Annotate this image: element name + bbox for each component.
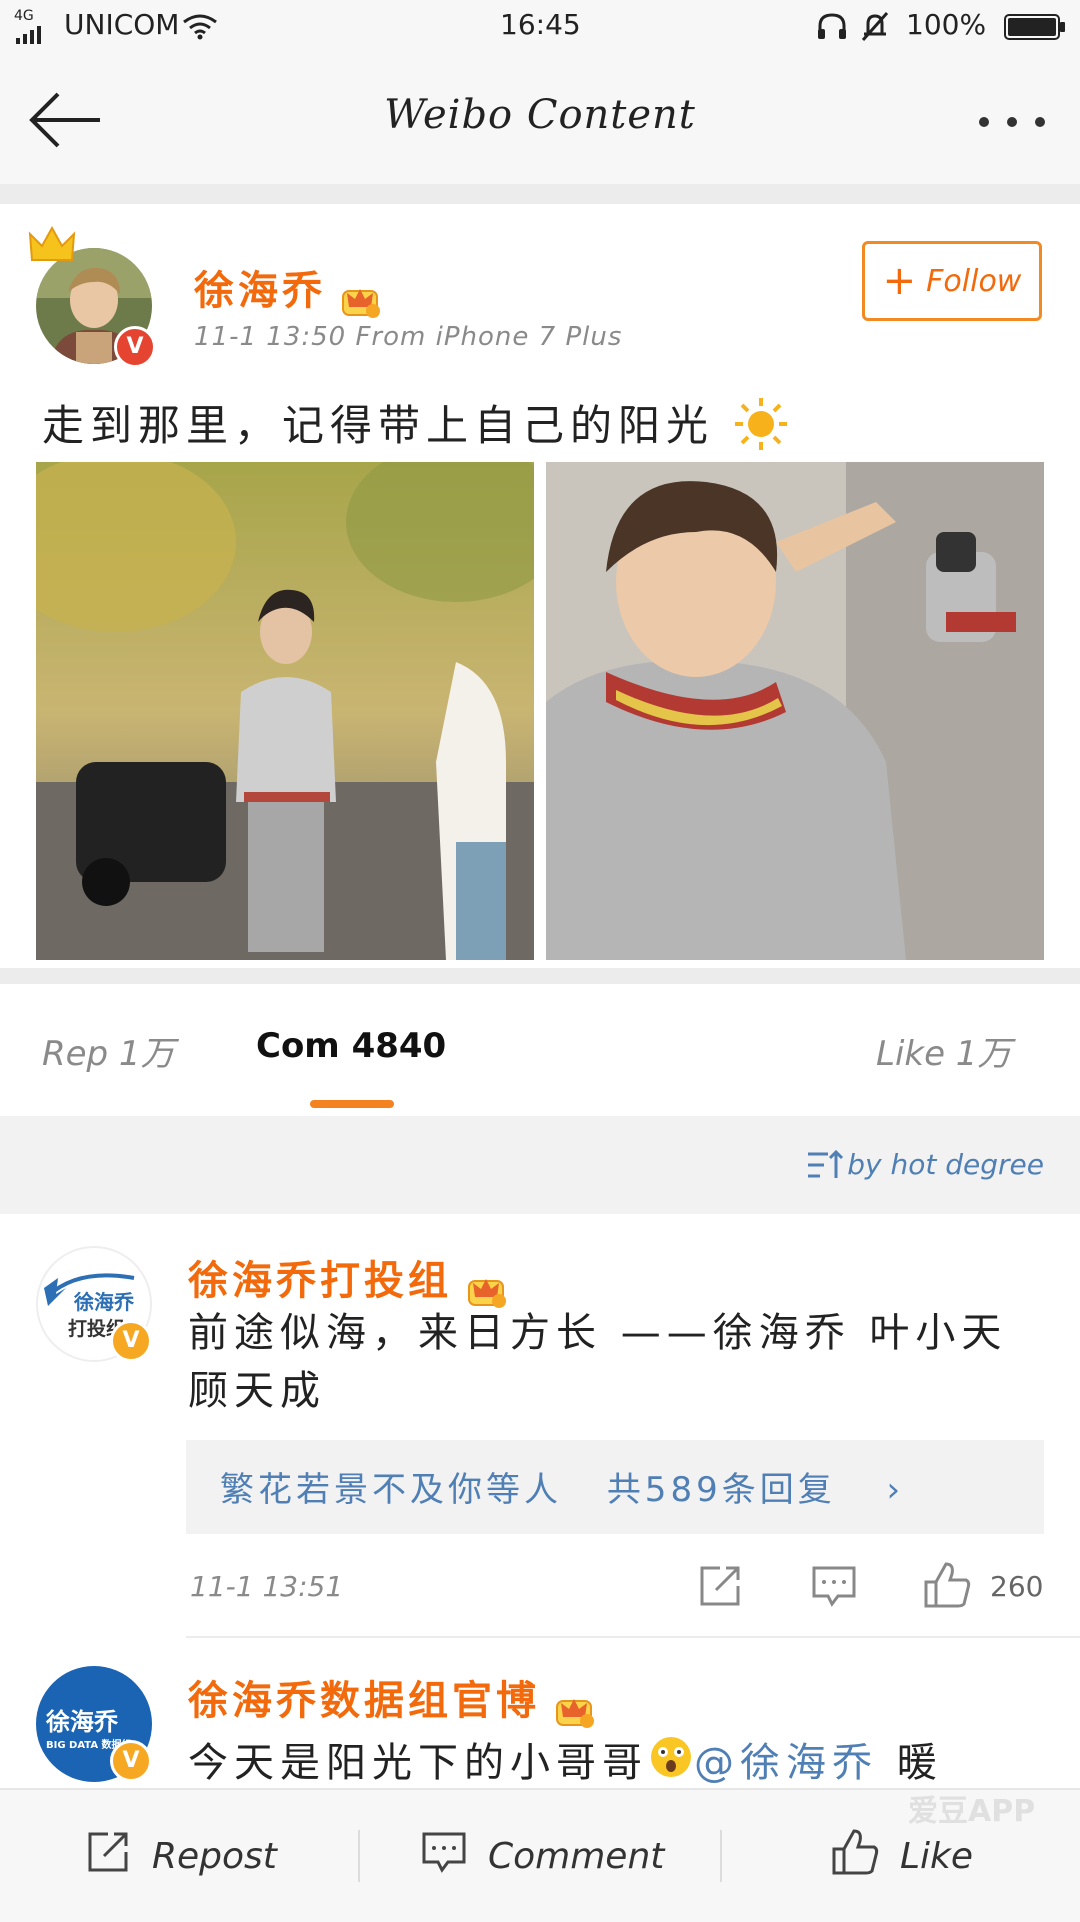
comment-icon [420,1828,468,1885]
astonished-emoji-icon [648,1734,694,1796]
like-label: Like [900,1835,974,1877]
repost-icon [84,1828,132,1885]
reply-preview-text: 繁花若景不及你等人 共589条回复 › [220,1462,904,1511]
reply-preview-snippet: 繁花若景不及你等人 [220,1470,562,1510]
thumbs-up-icon[interactable] [924,1560,972,1608]
tab-comments[interactable]: Com 4840 [256,1026,446,1066]
reply-count: 共589条回复 [606,1470,836,1510]
more-options-icon[interactable] [976,114,1048,134]
repost-button[interactable]: Repost [84,1790,277,1922]
page-title: Weibo Content [384,92,696,138]
commenter-name-row: 徐海乔数据组官博 [188,1668,595,1729]
follow-label: Follow [926,263,1022,299]
signal-icon [16,24,52,48]
clock: 16:45 [500,8,581,41]
reply-comment-icon[interactable] [810,1562,858,1610]
comment-time: 11-1 13:51 [190,1570,344,1603]
status-bar: 4G UNICOM 16:45 100% [0,0,1080,52]
commenter-name[interactable]: 徐海乔打投组 [188,1258,452,1304]
crown-icon [28,225,76,268]
user-mention-link[interactable]: @徐海乔 [694,1740,878,1786]
repost-label: Repost [152,1835,277,1877]
like-count: 260 [990,1570,1044,1603]
member-crown-icon [467,1271,507,1309]
post-text-content: 走到那里，记得带上自己的阳光 [42,401,715,450]
comment-text: 前途似海，来日方长 ——徐海乔 叶小天 顾天成 [188,1310,1008,1414]
comment-label: Comment [488,1835,665,1877]
avatar-text: 徐海乔 [74,1290,134,1314]
nav-bar: Weibo Content [0,52,1080,184]
comment-divider [186,1636,1080,1638]
app-watermark: 爱豆APP [908,1794,1036,1829]
divider [720,1830,722,1882]
tab-repost[interactable]: Rep 1万 [42,1026,175,1075]
post-text: 走到那里，记得带上自己的阳光 [42,392,789,462]
avatar-text: 徐海乔 [46,1708,118,1736]
member-crown-icon [341,281,381,319]
carrier-name: UNICOM [64,8,180,41]
active-tab-indicator [310,1100,394,1108]
verified-badge: V [110,1320,152,1362]
post-photo-2[interactable] [546,462,1044,960]
share-icon[interactable] [696,1562,744,1610]
post-photo-1[interactable] [36,462,534,960]
battery-percent: 100% [906,8,987,41]
comment-button[interactable]: Comment [420,1790,664,1922]
author-name[interactable]: 徐海乔 [194,268,326,314]
comment-text-part: 今天是阳光下的小哥哥 [188,1740,648,1786]
sun-emoji-icon [733,396,789,462]
member-crown-icon [555,1691,595,1729]
divider [358,1830,360,1882]
post-meta: 11-1 13:50 From iPhone 7 Plus [194,322,623,352]
plus-icon: + [882,258,917,304]
mute-bell-icon [860,10,890,46]
author-name-row: 徐海乔 [194,258,381,319]
follow-button[interactable]: + Follow [862,241,1042,321]
verified-badge: V [114,326,156,368]
section-divider [0,184,1080,204]
commenter-name-row: 徐海乔打投组 [188,1248,507,1309]
comment-text-part: 暖 [878,1740,943,1786]
sort-icon[interactable] [806,1148,844,1186]
commenter-name[interactable]: 徐海乔数据组官博 [188,1678,540,1724]
section-divider [0,968,1080,984]
tab-likes[interactable]: Like 1万 [876,1026,1011,1075]
network-type: 4G [14,8,34,24]
reply-preview[interactable]: 繁花若景不及你等人 共589条回复 › [186,1440,1044,1534]
sort-by-hot-button[interactable]: by hot degree [847,1148,1044,1181]
wifi-icon [182,14,218,44]
battery-icon [1004,14,1066,44]
like-icon [832,1827,880,1886]
chevron-right-icon: › [886,1470,905,1510]
headset-icon [816,12,848,46]
verified-badge: V [110,1740,152,1782]
